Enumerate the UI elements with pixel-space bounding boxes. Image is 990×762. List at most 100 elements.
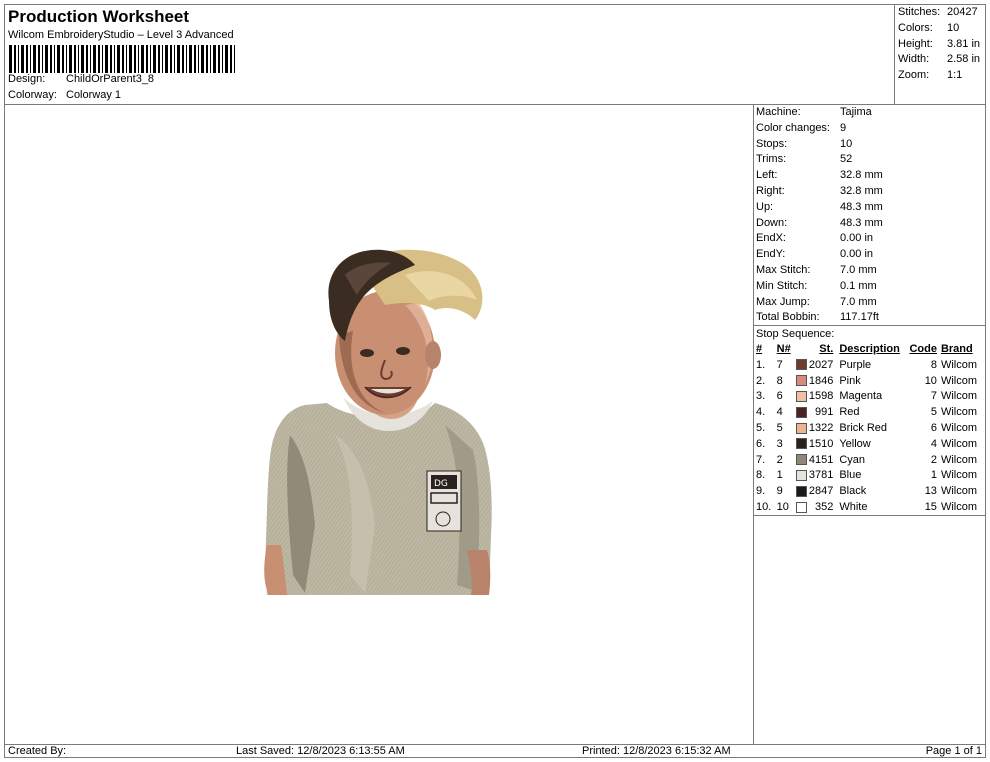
trims-row: Trims: 52 (756, 153, 853, 166)
panel-divider (753, 104, 754, 745)
min-stitch-row: Min Stitch: 0.1 mm (756, 279, 877, 292)
stat-stitches: Stitches: 20427 (898, 6, 978, 18)
row-code: 4 (930, 437, 937, 450)
row-needle: 5 (776, 421, 783, 434)
created-by: Created By: (8, 745, 67, 757)
row-needle: 7 (776, 358, 783, 371)
max-stitch-row: Max Stitch: 7.0 mm (756, 263, 877, 276)
row-index: 8. (756, 469, 766, 482)
color-swatch-icon (795, 422, 807, 434)
row-description: Cyan (839, 453, 866, 466)
machine-row: Machine: Tajima (756, 106, 872, 118)
color-swatch-icon (795, 485, 807, 497)
row-stitches: 991 (814, 406, 834, 419)
colorway-value: Colorway 1 (66, 89, 122, 101)
endy-row: EndY: 0.00 in (756, 248, 874, 261)
row-description: Purple (839, 358, 872, 371)
col-header-stitches: St. (819, 343, 834, 355)
row-code: 6 (930, 421, 937, 434)
row-swatch (794, 374, 808, 390)
col-header-brand: Brand (940, 343, 973, 355)
endx-row: EndX: 0.00 in (756, 232, 874, 245)
row-swatch (794, 389, 808, 405)
color-swatch-icon (795, 359, 807, 371)
table-row: 3. 6 1598 Magenta 7 Wilcom (756, 389, 985, 405)
row-swatch (794, 453, 808, 469)
row-index: 3. (756, 390, 766, 403)
row-needle: 10 (776, 500, 789, 513)
row-swatch (794, 500, 808, 516)
color-swatch-icon (795, 501, 807, 513)
row-swatch (794, 437, 808, 453)
table-row: 4. 4 991 Red 5 Wilcom (756, 405, 985, 421)
design-value: ChildOrParent3_8 (66, 73, 155, 85)
row-description: Yellow (839, 437, 871, 450)
row-code: 13 (924, 485, 937, 498)
row-code: 7 (930, 390, 937, 403)
row-description: Magenta (839, 390, 883, 403)
row-needle: 2 (776, 453, 783, 466)
up-row: Up: 48.3 mm (756, 200, 883, 213)
row-index: 5. (756, 421, 766, 434)
row-needle: 6 (776, 390, 783, 403)
row-code: 1 (930, 469, 937, 482)
stat-colors: Colors: 10 (898, 21, 960, 34)
row-stitches: 1846 (808, 374, 834, 387)
row-brand: Wilcom (940, 469, 977, 482)
left-row: Left: 32.8 mm (756, 169, 883, 182)
row-stitches: 1510 (808, 437, 834, 450)
row-needle: 3 (776, 437, 783, 450)
colorway-row: Colorway: Colorway 1 (8, 89, 121, 101)
stat-zoom: Zoom: 1:1 (898, 69, 963, 82)
table-row: 8. 1 3781 Blue 1 Wilcom (756, 468, 985, 484)
software-subtitle: Wilcom EmbroideryStudio – Level 3 Advanc… (8, 29, 234, 41)
row-stitches: 2847 (808, 485, 834, 498)
design-stats: Stitches: 20427 Colors: 10 Height: 3.81 in … (894, 5, 986, 104)
row-stitches: 2027 (808, 358, 834, 371)
row-brand: Wilcom (940, 374, 977, 387)
row-description: Pink (839, 374, 861, 387)
row-index: 4. (756, 406, 766, 419)
design-label: Design: (8, 73, 46, 85)
stops-row: Stops: 10 (756, 137, 853, 150)
table-row: 10. 10 352 White 15 Wilcom (756, 500, 985, 516)
max-jump-row: Max Jump: 7.0 mm (756, 295, 877, 308)
col-header-needle: N# (776, 343, 791, 355)
row-brand: Wilcom (940, 421, 977, 434)
row-code: 2 (930, 453, 937, 466)
color-swatch-icon (795, 406, 807, 418)
row-stitches: 3781 (808, 469, 834, 482)
row-stitches: 352 (814, 500, 834, 513)
right-row: Right: 32.8 mm (756, 184, 883, 197)
row-needle: 4 (776, 406, 783, 419)
row-index: 9. (756, 485, 766, 498)
row-index: 2. (756, 374, 766, 387)
row-index: 6. (756, 437, 766, 450)
row-swatch (794, 468, 808, 484)
row-brand: Wilcom (940, 406, 977, 419)
color-changes-row: Color changes: 9 (756, 121, 847, 134)
row-needle: 1 (776, 469, 783, 482)
table-header-row: # N# St. Description Code Brand (756, 342, 985, 358)
row-brand: Wilcom (940, 358, 977, 371)
machine-info-panel: Machine: Tajima Color changes: 9 Stops: 10 … (756, 105, 985, 326)
col-header-index: # (756, 343, 763, 355)
row-code: 5 (930, 406, 937, 419)
stop-sequence-end-divider (754, 515, 985, 516)
worksheet-header: Production Worksheet Wilcom EmbroiderySt… (5, 5, 894, 104)
page-title: Production Worksheet (8, 7, 190, 26)
footer: Created By: Last Saved: 12/8/2023 6:13:5… (5, 745, 985, 758)
row-brand: Wilcom (940, 390, 977, 403)
row-index: 10. (756, 500, 772, 513)
row-index: 1. (756, 358, 766, 371)
row-needle: 8 (776, 374, 783, 387)
row-swatch (794, 405, 808, 421)
stat-height: Height: 3.81 in (898, 37, 981, 50)
row-description: Blue (839, 469, 862, 482)
total-bobbin-row: Total Bobbin: 117.17ft (756, 311, 879, 324)
row-description: Red (839, 406, 860, 419)
color-swatch-icon (795, 438, 807, 450)
embroidery-design-image: DG (264, 249, 492, 595)
row-needle: 9 (776, 485, 783, 498)
page-number: Page 1 of 1 (925, 745, 982, 757)
